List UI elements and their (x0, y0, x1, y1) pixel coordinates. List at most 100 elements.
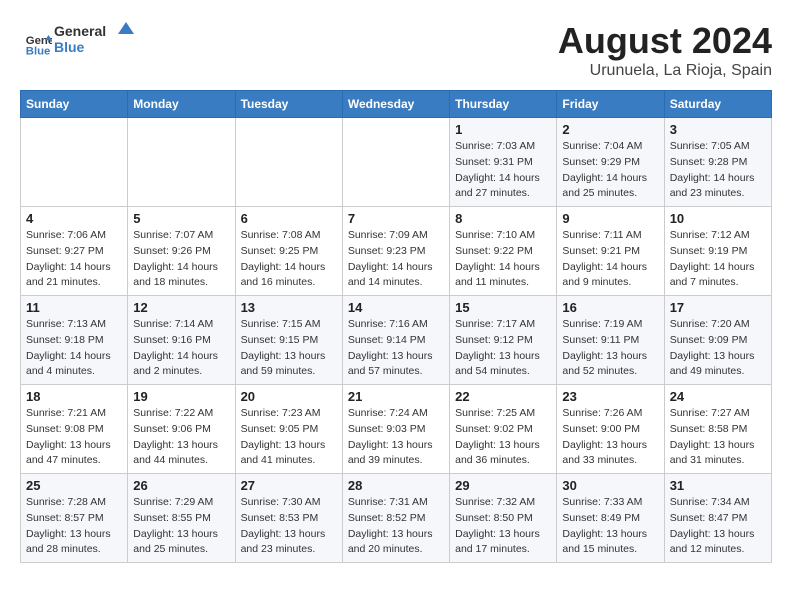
calendar-day-30: 30 Sunrise: 7:33 AMSunset: 8:49 PMDayligh… (557, 474, 664, 563)
day-info: Sunrise: 7:14 AMSunset: 9:16 PMDaylight:… (133, 317, 229, 380)
calendar-day-24: 24 Sunrise: 7:27 AMSunset: 8:58 PMDayligh… (664, 385, 771, 474)
calendar-day-14: 14Sunrise: 7:16 AMSunset: 9:14 PMDayligh… (342, 296, 449, 385)
weekday-header-thursday: Thursday (450, 91, 557, 118)
calendar-table: SundayMondayTuesdayWednesdayThursdayFrid… (20, 90, 772, 563)
calendar-day-7: 7 Sunrise: 7:09 AMSunset: 9:23 PMDaylight… (342, 207, 449, 296)
day-info: Sunrise: 7:17 AMSunset: 9:12 PMDaylight:… (455, 317, 551, 380)
day-info: Sunrise: 7:10 AMSunset: 9:22 PMDaylight:… (455, 228, 551, 291)
weekday-header-monday: Monday (128, 91, 235, 118)
calendar-day-8: 8Sunrise: 7:10 AMSunset: 9:22 PMDaylight… (450, 207, 557, 296)
calendar-empty-cell (21, 118, 128, 207)
day-info: Sunrise: 7:32 AMSunset: 8:50 PMDaylight:… (455, 495, 551, 558)
day-number: 25 (26, 478, 122, 493)
logo-svg: General Blue (54, 20, 134, 58)
day-number: 17 (670, 300, 766, 315)
calendar-day-10: 10 Sunrise: 7:12 AMSunset: 9:19 PMDayligh… (664, 207, 771, 296)
day-number: 24 (670, 389, 766, 404)
weekday-header-wednesday: Wednesday (342, 91, 449, 118)
calendar-day-6: 6Sunrise: 7:08 AMSunset: 9:25 PMDaylight… (235, 207, 342, 296)
day-info: Sunrise: 7:20 AMSunset: 9:09 PMDaylight:… (670, 317, 766, 380)
day-number: 15 (455, 300, 551, 315)
calendar-day-19: 19 Sunrise: 7:22 AMSunset: 9:06 PMDayligh… (128, 385, 235, 474)
day-number: 1 (455, 122, 551, 137)
day-number: 11 (26, 300, 122, 315)
calendar-day-5: 5 Sunrise: 7:07 AMSunset: 9:26 PMDaylight… (128, 207, 235, 296)
calendar-day-28: 28Sunrise: 7:31 AMSunset: 8:52 PMDayligh… (342, 474, 449, 563)
calendar-day-12: 12 Sunrise: 7:14 AMSunset: 9:16 PMDayligh… (128, 296, 235, 385)
day-number: 6 (241, 211, 337, 226)
day-number: 16 (562, 300, 658, 315)
calendar-day-11: 11 Sunrise: 7:13 AMSunset: 9:18 PMDayligh… (21, 296, 128, 385)
calendar-day-25: 25 Sunrise: 7:28 AMSunset: 8:57 PMDayligh… (21, 474, 128, 563)
calendar-day-9: 9Sunrise: 7:11 AMSunset: 9:21 PMDaylight… (557, 207, 664, 296)
calendar-day-1: 1 Sunrise: 7:03 AMSunset: 9:31 PMDaylight… (450, 118, 557, 207)
day-info: Sunrise: 7:04 AMSunset: 9:29 PMDaylight:… (562, 139, 658, 202)
month-year: August 2024 (558, 20, 772, 62)
calendar-day-20: 20Sunrise: 7:23 AMSunset: 9:05 PMDayligh… (235, 385, 342, 474)
calendar-day-29: 29Sunrise: 7:32 AMSunset: 8:50 PMDayligh… (450, 474, 557, 563)
day-info: Sunrise: 7:34 AMSunset: 8:47 PMDaylight:… (670, 495, 766, 558)
day-info: Sunrise: 7:33 AMSunset: 8:49 PMDaylight:… (562, 495, 658, 558)
day-info: Sunrise: 7:12 AMSunset: 9:19 PMDaylight:… (670, 228, 766, 291)
location: Urunuela, La Rioja, Spain (558, 62, 772, 80)
day-info: Sunrise: 7:15 AMSunset: 9:15 PMDaylight:… (241, 317, 337, 380)
day-number: 28 (348, 478, 444, 493)
day-number: 21 (348, 389, 444, 404)
weekday-header-saturday: Saturday (664, 91, 771, 118)
svg-text:General: General (54, 23, 106, 39)
day-info: Sunrise: 7:09 AMSunset: 9:23 PMDaylight:… (348, 228, 444, 291)
day-info: Sunrise: 7:26 AMSunset: 9:00 PMDaylight:… (562, 406, 658, 469)
calendar-day-31: 31Sunrise: 7:34 AMSunset: 8:47 PMDayligh… (664, 474, 771, 563)
weekday-header-tuesday: Tuesday (235, 91, 342, 118)
calendar-day-2: 2 Sunrise: 7:04 AMSunset: 9:29 PMDaylight… (557, 118, 664, 207)
day-info: Sunrise: 7:06 AMSunset: 9:27 PMDaylight:… (26, 228, 122, 291)
day-info: Sunrise: 7:07 AMSunset: 9:26 PMDaylight:… (133, 228, 229, 291)
day-number: 27 (241, 478, 337, 493)
day-number: 10 (670, 211, 766, 226)
day-info: Sunrise: 7:19 AMSunset: 9:11 PMDaylight:… (562, 317, 658, 380)
calendar-empty-cell (235, 118, 342, 207)
calendar-empty-cell (342, 118, 449, 207)
day-number: 4 (26, 211, 122, 226)
calendar-day-26: 26Sunrise: 7:29 AMSunset: 8:55 PMDayligh… (128, 474, 235, 563)
day-info: Sunrise: 7:22 AMSunset: 9:06 PMDaylight:… (133, 406, 229, 469)
day-number: 7 (348, 211, 444, 226)
weekday-header-sunday: Sunday (21, 91, 128, 118)
day-info: Sunrise: 7:25 AMSunset: 9:02 PMDaylight:… (455, 406, 551, 469)
day-info: Sunrise: 7:27 AMSunset: 8:58 PMDaylight:… (670, 406, 766, 469)
svg-text:Blue: Blue (54, 39, 85, 55)
calendar-empty-cell (128, 118, 235, 207)
day-number: 13 (241, 300, 337, 315)
calendar-day-21: 21 Sunrise: 7:24 AMSunset: 9:03 PMDayligh… (342, 385, 449, 474)
day-info: Sunrise: 7:30 AMSunset: 8:53 PMDaylight:… (241, 495, 337, 558)
day-number: 12 (133, 300, 229, 315)
calendar-week-row: 1 Sunrise: 7:03 AMSunset: 9:31 PMDaylight… (21, 118, 772, 207)
day-number: 22 (455, 389, 551, 404)
day-number: 5 (133, 211, 229, 226)
calendar-week-row: 4 Sunrise: 7:06 AMSunset: 9:27 PMDaylight… (21, 207, 772, 296)
weekday-header-row: SundayMondayTuesdayWednesdayThursdayFrid… (21, 91, 772, 118)
calendar-day-3: 3Sunrise: 7:05 AMSunset: 9:28 PMDaylight… (664, 118, 771, 207)
calendar-day-16: 16 Sunrise: 7:19 AMSunset: 9:11 PMDayligh… (557, 296, 664, 385)
calendar-day-23: 23 Sunrise: 7:26 AMSunset: 9:00 PMDayligh… (557, 385, 664, 474)
calendar-day-22: 22 Sunrise: 7:25 AMSunset: 9:02 PMDayligh… (450, 385, 557, 474)
logo-icon: General Blue (24, 28, 52, 56)
svg-text:Blue: Blue (26, 45, 51, 56)
title-section: August 2024 Urunuela, La Rioja, Spain (558, 20, 772, 80)
day-info: Sunrise: 7:21 AMSunset: 9:08 PMDaylight:… (26, 406, 122, 469)
day-number: 2 (562, 122, 658, 137)
day-info: Sunrise: 7:13 AMSunset: 9:18 PMDaylight:… (26, 317, 122, 380)
day-info: Sunrise: 7:16 AMSunset: 9:14 PMDaylight:… (348, 317, 444, 380)
calendar-day-13: 13 Sunrise: 7:15 AMSunset: 9:15 PMDayligh… (235, 296, 342, 385)
weekday-header-friday: Friday (557, 91, 664, 118)
day-number: 30 (562, 478, 658, 493)
calendar-week-row: 25 Sunrise: 7:28 AMSunset: 8:57 PMDayligh… (21, 474, 772, 563)
day-info: Sunrise: 7:29 AMSunset: 8:55 PMDaylight:… (133, 495, 229, 558)
day-info: Sunrise: 7:03 AMSunset: 9:31 PMDaylight:… (455, 139, 551, 202)
day-info: Sunrise: 7:24 AMSunset: 9:03 PMDaylight:… (348, 406, 444, 469)
day-number: 23 (562, 389, 658, 404)
day-number: 19 (133, 389, 229, 404)
day-number: 18 (26, 389, 122, 404)
calendar-day-15: 15 Sunrise: 7:17 AMSunset: 9:12 PMDayligh… (450, 296, 557, 385)
day-info: Sunrise: 7:28 AMSunset: 8:57 PMDaylight:… (26, 495, 122, 558)
